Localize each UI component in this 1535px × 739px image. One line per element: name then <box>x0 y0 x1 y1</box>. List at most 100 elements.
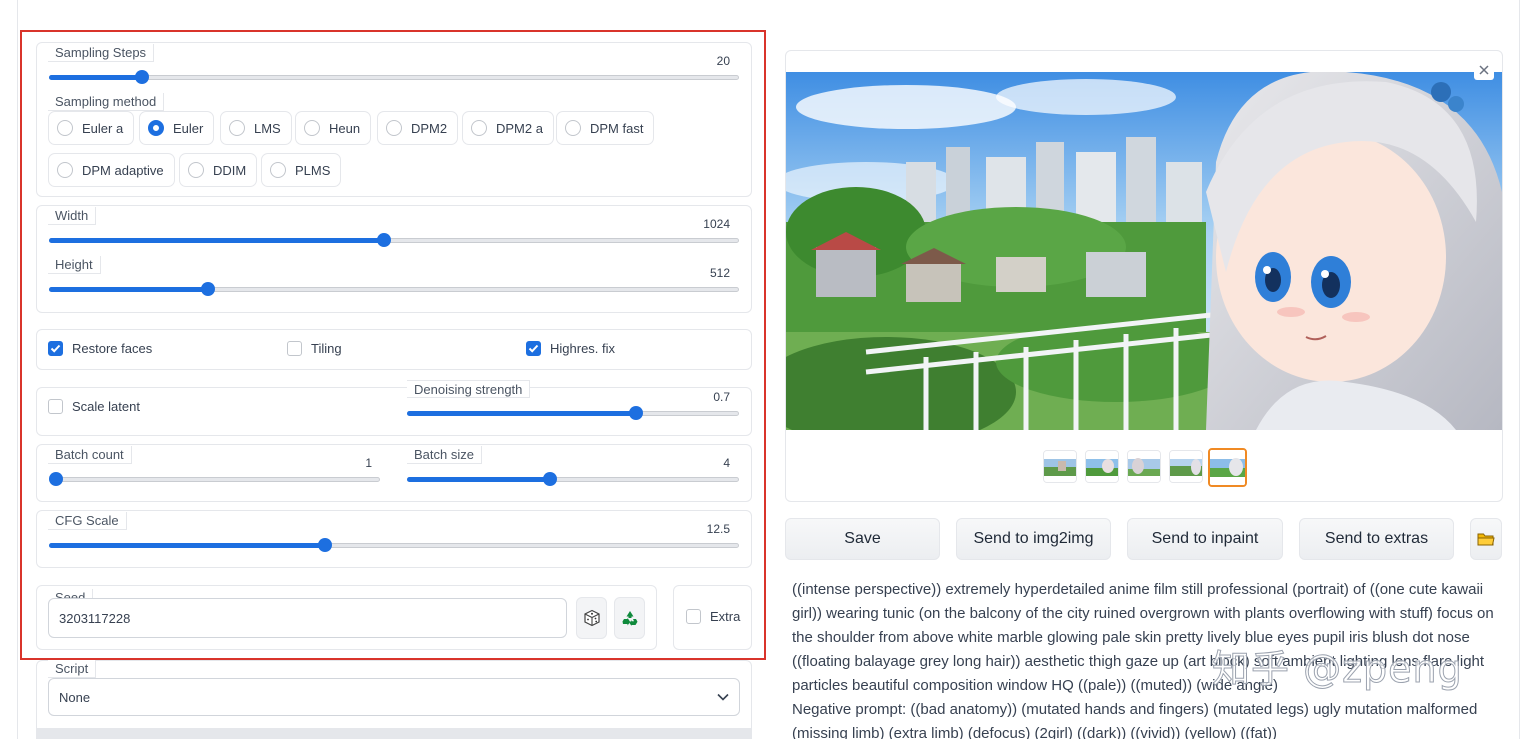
gallery-thumbnail[interactable] <box>1169 450 1203 483</box>
left-border <box>17 0 18 739</box>
gallery-image[interactable] <box>786 72 1502 430</box>
width-slider[interactable] <box>49 230 739 250</box>
open-folder-button[interactable] <box>1470 518 1502 560</box>
radio-label: DPM2 <box>411 120 448 136</box>
watermark: 知乎 @zpeng <box>1212 647 1463 692</box>
reuse-seed-button[interactable] <box>614 597 645 639</box>
radio-dpm-fast[interactable]: DPM fast <box>556 111 655 145</box>
radio-label: DDIM <box>213 162 247 178</box>
slider-fill <box>49 543 325 548</box>
radio-dot <box>57 120 73 136</box>
slider-thumb[interactable] <box>318 538 332 552</box>
radio-label: DPM fast <box>590 120 644 136</box>
radio-label: DPM adaptive <box>82 162 164 178</box>
radio-label: PLMS <box>295 162 331 178</box>
checkbox-box <box>48 399 63 414</box>
radio-plms[interactable]: PLMS <box>261 153 342 187</box>
slider-thumb[interactable] <box>135 70 150 84</box>
slider-track <box>56 477 380 482</box>
radio-dot <box>229 120 245 136</box>
gallery-thumbnail[interactable] <box>1043 450 1077 483</box>
tiling-checkbox[interactable]: Tiling <box>287 341 342 356</box>
send-to-extras-button[interactable]: Send to extras <box>1299 518 1454 560</box>
sampling-steps-slider[interactable] <box>49 67 739 87</box>
slider-track <box>49 75 739 80</box>
highres-fix-label: Highres. fix <box>550 341 616 356</box>
sampling-steps-value: 20 <box>716 54 730 68</box>
cfg-scale-slider[interactable] <box>49 535 739 555</box>
denoising-value: 0.7 <box>713 390 730 404</box>
height-label: Height <box>48 256 101 274</box>
batch-count-label: Batch count <box>48 446 132 464</box>
checkbox-box <box>526 341 541 356</box>
radio-dpm2-a[interactable]: DPM2 a <box>462 111 554 145</box>
height-slider[interactable] <box>49 279 739 299</box>
cfg-scale-value: 12.5 <box>706 522 730 536</box>
check-icon <box>528 344 539 353</box>
slider-fill <box>407 477 550 482</box>
denoising-label: Denoising strength <box>407 380 531 398</box>
slider-thumb[interactable] <box>200 282 215 296</box>
slider-thumb[interactable] <box>629 406 644 420</box>
slider-fill <box>407 411 637 416</box>
radio-dot <box>386 120 402 136</box>
gallery-thumbnail[interactable] <box>1127 450 1161 483</box>
cfg-scale-label: CFG Scale <box>48 512 127 530</box>
checkbox-box <box>686 609 701 624</box>
radio-euler[interactable]: Euler <box>139 111 215 145</box>
thumbnail-image <box>1128 451 1160 482</box>
scale-latent-checkbox[interactable]: Scale latent <box>48 399 140 414</box>
right-border <box>1519 0 1520 739</box>
radio-dot <box>57 162 73 178</box>
radio-dot <box>270 162 286 178</box>
thumbnail-image <box>1086 451 1118 482</box>
gallery-thumbnail[interactable] <box>1085 450 1119 483</box>
slider-thumb[interactable] <box>49 472 63 486</box>
thumbnail-image <box>1044 451 1076 482</box>
script-select[interactable]: None <box>48 678 740 716</box>
gallery-thumbnail-selected[interactable] <box>1208 448 1247 487</box>
thumbnail-image <box>1170 451 1202 482</box>
denoising-slider[interactable] <box>407 403 739 423</box>
slider-fill <box>49 287 208 292</box>
anime-girl-balcony-image <box>786 72 1502 430</box>
radio-dot <box>565 120 581 136</box>
batch-size-label: Batch size <box>407 446 482 464</box>
scale-latent-label: Scale latent <box>72 399 140 414</box>
seed-input[interactable]: 3203117228 <box>48 598 567 638</box>
tiling-label: Tiling <box>311 341 342 356</box>
random-seed-button[interactable] <box>576 597 607 639</box>
slider-thumb[interactable] <box>376 233 391 247</box>
checkbox-box <box>287 341 302 356</box>
recycle-icon <box>622 611 637 626</box>
width-value: 1024 <box>703 217 730 231</box>
extra-checkbox[interactable]: Extra <box>686 609 740 624</box>
save-button[interactable]: Save <box>785 518 940 560</box>
highres-fix-checkbox[interactable]: Highres. fix <box>526 341 615 356</box>
close-gallery-button[interactable] <box>1474 60 1494 80</box>
radio-euler-a[interactable]: Euler a <box>48 111 135 145</box>
radio-ddim[interactable]: DDIM <box>179 153 258 187</box>
radio-dpm2[interactable]: DPM2 <box>377 111 459 145</box>
checkbox-box <box>48 341 63 356</box>
sampling-steps-label: Sampling Steps <box>48 44 155 62</box>
negative-prompt-text: Negative prompt: ((bad anatomy)) (mutate… <box>792 701 1478 739</box>
batch-count-slider[interactable] <box>49 469 380 489</box>
script-value: None <box>59 689 91 705</box>
folder-icon <box>1477 533 1495 545</box>
radio-label: LMS <box>254 120 281 136</box>
radio-label: DPM2 a <box>496 120 543 136</box>
radio-dpm-adaptive[interactable]: DPM adaptive <box>48 153 175 187</box>
script-label: Script <box>48 660 97 678</box>
send-to-img2img-button[interactable]: Send to img2img <box>956 518 1111 560</box>
radio-dot <box>188 162 204 178</box>
slider-thumb[interactable] <box>542 472 557 486</box>
radio-heun[interactable]: Heun <box>295 111 372 145</box>
send-to-inpaint-button[interactable]: Send to inpaint <box>1127 518 1283 560</box>
slider-fill <box>49 238 384 243</box>
batch-size-slider[interactable] <box>407 469 739 489</box>
radio-lms[interactable]: LMS <box>220 111 292 145</box>
slider-fill <box>49 75 143 80</box>
radio-dot <box>148 120 164 136</box>
restore-faces-checkbox[interactable]: Restore faces <box>48 341 152 356</box>
